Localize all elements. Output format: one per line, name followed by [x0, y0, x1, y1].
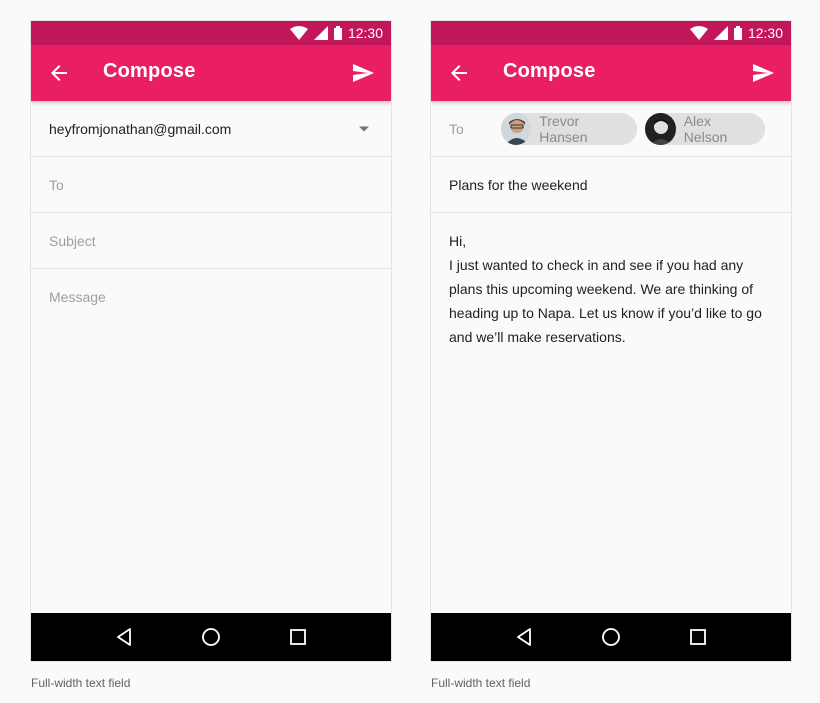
to-field[interactable]: To [31, 157, 391, 213]
wifi-icon [289, 26, 308, 40]
nav-home-button[interactable] [599, 625, 623, 649]
battery-icon [733, 26, 742, 40]
to-label: To [449, 120, 464, 137]
send-icon[interactable] [751, 61, 775, 85]
recents-square-icon [689, 629, 706, 645]
nav-recents-button[interactable] [686, 625, 710, 649]
caption: Full-width text field [431, 676, 531, 690]
system-nav-bar [31, 613, 391, 661]
compose-screen-empty: 12:30 Compose heyfromjonathan@gmail.com … [31, 21, 391, 661]
wifi-icon [689, 26, 708, 40]
to-field[interactable]: To Trevor Hansen Alex Nelson [431, 101, 791, 157]
chevron-down-icon[interactable] [359, 126, 369, 132]
recipient-chip[interactable]: Alex Nelson [645, 112, 765, 145]
compose-screen-filled: 12:30 Compose To Trevor Hansen Alex Nels… [431, 21, 791, 661]
status-time: 12:30 [347, 25, 383, 41]
subject-field[interactable]: Plans for the weekend [431, 157, 791, 213]
status-bar: 12:30 [31, 21, 391, 45]
message-field[interactable]: Message [31, 269, 391, 325]
message-line: and we’ll make reservations. [449, 329, 626, 345]
home-circle-icon [202, 628, 220, 646]
nav-back-button[interactable] [112, 625, 136, 649]
recipient-name: Trevor Hansen [539, 112, 588, 145]
caption: Full-width text field [31, 676, 131, 690]
system-nav-bar [431, 613, 791, 661]
message-line: I just wanted to check in and see if you… [449, 257, 744, 273]
message-line: Hi, [449, 233, 467, 249]
send-icon[interactable] [351, 61, 375, 85]
message-placeholder: Message [49, 289, 106, 305]
to-placeholder: To [49, 176, 64, 193]
nav-home-button[interactable] [199, 625, 223, 649]
from-account-select[interactable]: heyfromjonathan@gmail.com [31, 101, 391, 157]
avatar [645, 112, 676, 145]
page-title: Compose [103, 60, 196, 82]
signal-icon [313, 26, 328, 40]
compose-form: heyfromjonathan@gmail.com To Subject Mes… [31, 101, 391, 613]
back-triangle-icon [117, 628, 132, 646]
from-account-value: heyfromjonathan@gmail.com [49, 120, 232, 137]
recents-square-icon [289, 629, 306, 645]
subject-field[interactable]: Subject [31, 213, 391, 269]
compose-form: To Trevor Hansen Alex Nelson Plans for t… [431, 101, 791, 613]
back-triangle-icon [517, 628, 532, 646]
message-field[interactable]: Hi, I just wanted to check in and see if… [431, 213, 791, 365]
status-bar: 12:30 [431, 21, 791, 45]
recipient-name: Alex Nelson [683, 112, 728, 145]
subject-placeholder: Subject [49, 232, 96, 249]
signal-icon [713, 26, 728, 40]
nav-back-button[interactable] [512, 625, 536, 649]
message-line: heading up to Napa. Let us know if you’d… [449, 305, 762, 321]
app-bar: Compose [431, 45, 791, 101]
arrow-back-icon[interactable] [447, 61, 471, 85]
nav-recents-button[interactable] [286, 625, 310, 649]
message-line: plans this upcoming weekend. We are thin… [449, 281, 754, 297]
battery-icon [333, 26, 342, 40]
arrow-back-icon[interactable] [47, 61, 71, 85]
home-circle-icon [602, 628, 620, 646]
page-title: Compose [503, 60, 596, 82]
subject-value: Plans for the weekend [449, 176, 588, 193]
recipient-chip[interactable]: Trevor Hansen [500, 112, 638, 145]
status-time: 12:30 [747, 25, 783, 41]
avatar [500, 112, 532, 145]
app-bar: Compose [31, 45, 391, 101]
